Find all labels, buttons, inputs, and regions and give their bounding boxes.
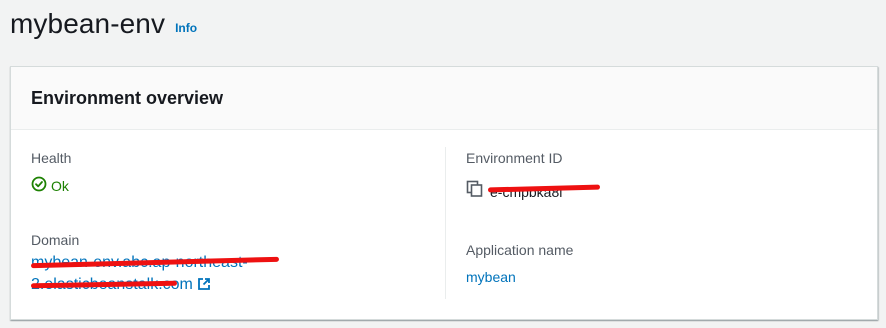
domain-field: Domain mybean-env.abc.ap-northeast-2.ela… <box>30 231 301 296</box>
page-header: mybean-env Info <box>10 4 197 44</box>
application-name-label: Application name <box>466 242 574 258</box>
application-name-link[interactable]: mybean <box>466 269 516 285</box>
application-name-field: Application name mybean <box>466 241 573 286</box>
domain-value-wrap: mybean-env.abc.ap-northeast-2.elasticbea… <box>30 252 301 296</box>
environment-id-field: Environment ID e-cmpbka8l <box>466 149 601 203</box>
panel-title: Environment overview <box>31 87 224 108</box>
environment-overview-panel: Environment overview Health Ok Domain my… <box>10 66 878 320</box>
page-title: mybean-env <box>10 8 166 39</box>
application-name-value-row: mybean <box>466 268 573 286</box>
domain-label: Domain <box>31 232 80 248</box>
copy-icon[interactable] <box>466 180 484 203</box>
panel-header: Environment overview <box>11 67 877 130</box>
health-label: Health <box>31 150 72 166</box>
health-status: Ok <box>31 176 71 196</box>
environment-id-label: Environment ID <box>466 150 563 166</box>
environment-id-row: e-cmpbka8l <box>466 180 601 203</box>
external-link-icon[interactable] <box>197 277 211 296</box>
status-ok-icon <box>31 176 47 196</box>
column-divider <box>445 147 446 299</box>
info-link[interactable]: Info <box>175 21 197 35</box>
health-field: Health Ok <box>31 149 71 196</box>
health-value: Ok <box>51 178 69 194</box>
